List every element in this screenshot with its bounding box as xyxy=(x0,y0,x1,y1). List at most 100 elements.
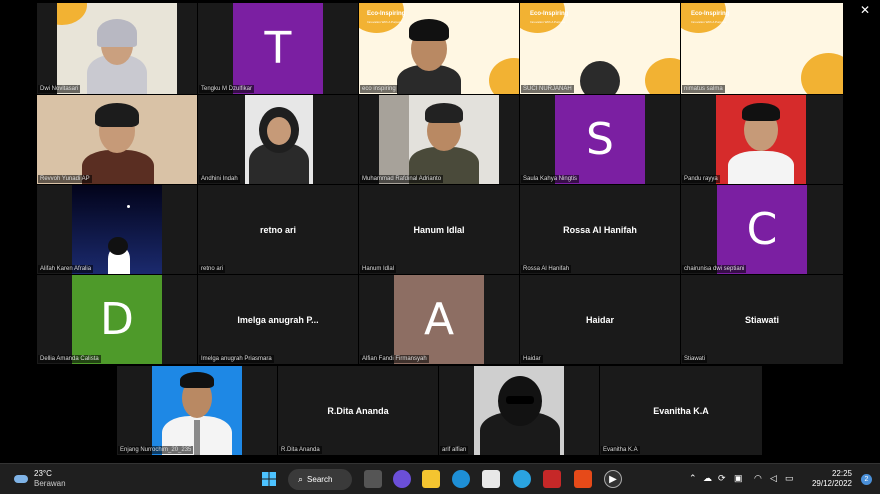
avatar-initial: D xyxy=(100,294,134,345)
banner-subtitle: Innovation With A Purpose xyxy=(530,20,566,24)
participant-tile[interactable]: D Dellia Amanda Calista xyxy=(37,275,197,364)
app-tray-icon[interactable]: ▣ xyxy=(734,473,743,484)
avatar: D xyxy=(72,275,162,364)
participant-display-name: Stiawati xyxy=(744,314,779,325)
participant-tile[interactable]: Pandu rayya xyxy=(681,95,843,184)
participant-video xyxy=(67,95,167,184)
avatar: C xyxy=(717,185,807,274)
participant-tile[interactable]: Stiawati Stiawati xyxy=(681,275,843,364)
participant-tile[interactable]: Alifah Karen Afralia xyxy=(37,185,197,274)
participant-tile[interactable]: Muhammad Rafdinal Adrianto xyxy=(359,95,519,184)
participant-name: Revvoh Yunadi AP xyxy=(38,175,92,183)
avatar: S xyxy=(555,95,645,184)
taskbar-search-button[interactable]: ⌕ Search xyxy=(288,469,352,490)
participant-name: Imelga anugrah Priasmara xyxy=(199,355,274,363)
participant-video xyxy=(474,366,564,455)
participant-tile[interactable]: Imelga anugrah P... Imelga anugrah Prias… xyxy=(198,275,358,364)
participant-tile[interactable]: Eco-Inspiring Innovation With A Purpose … xyxy=(520,3,680,94)
wifi-icon[interactable]: ◠ xyxy=(754,473,762,484)
windows-start-icon[interactable] xyxy=(260,470,278,488)
weather-temperature: 23°C xyxy=(34,469,52,478)
participant-name: retno ari xyxy=(199,265,226,273)
participant-name: Evanitha K.A xyxy=(601,446,640,454)
clock-time: 22:25 xyxy=(831,469,852,478)
weather-condition: Berawan xyxy=(34,479,66,488)
banner-subtitle: Innovation With A Purpose xyxy=(691,20,727,24)
banner-title: Eco-Inspiring xyxy=(691,11,730,17)
avatar-initial: A xyxy=(423,294,455,345)
task-view-icon[interactable] xyxy=(364,470,382,488)
participant-name: Dwi Novitasari xyxy=(38,85,81,93)
participant-tile[interactable]: A Alfian Fandi Firmansyah xyxy=(359,275,519,364)
participant-name: Pandu rayya xyxy=(682,175,720,183)
participant-tile[interactable]: T Tengku M Dzulfikar xyxy=(198,3,358,94)
participant-display-name: Imelga anugrah P... xyxy=(237,314,319,325)
store-icon[interactable] xyxy=(482,470,500,488)
participant-tile[interactable]: retno ari retno ari xyxy=(198,185,358,274)
chat-icon[interactable] xyxy=(393,470,411,488)
participant-name: chairunisa dwi septiani xyxy=(682,265,747,273)
chrome-browser-icon[interactable] xyxy=(513,470,531,488)
office-icon[interactable] xyxy=(574,470,592,488)
participant-name: Enjang Nurrochim_20_235 xyxy=(118,446,194,454)
participant-display-name: Hanum Idlal xyxy=(413,224,465,235)
media-player-icon[interactable]: ▶ xyxy=(604,470,622,488)
volume-icon[interactable]: ◁ xyxy=(770,473,777,484)
participant-name: Haidar xyxy=(521,355,543,363)
taskbar-clock[interactable]: 22:25 29/12/2022 xyxy=(812,469,852,489)
participant-tile[interactable]: Evanitha K.A Evanitha K.A xyxy=(600,366,762,455)
participant-tile[interactable]: arif alfian xyxy=(439,366,599,455)
participant-name: Andhini Indah xyxy=(199,175,240,183)
file-explorer-icon[interactable] xyxy=(422,470,440,488)
avatar: A xyxy=(394,275,484,364)
participant-video xyxy=(72,185,162,274)
participant-tile[interactable]: Rossa Al Hanifah Rossa Al Hanifah xyxy=(520,185,680,274)
sync-icon[interactable]: ⟳ xyxy=(718,473,726,484)
participant-video xyxy=(57,3,177,94)
cloud-tray-icon[interactable]: ☁ xyxy=(703,473,712,484)
participant-tile[interactable]: S Saula Kahya Ningtis xyxy=(520,95,680,184)
participant-video xyxy=(152,366,242,455)
avatar-initial: S xyxy=(586,114,614,165)
participant-display-name: retno ari xyxy=(259,224,296,235)
mcafee-icon[interactable] xyxy=(543,470,561,488)
chevron-up-icon[interactable]: ⌃ xyxy=(689,473,697,484)
participant-tile[interactable]: Andhini Indah xyxy=(198,95,358,184)
participant-video xyxy=(389,13,469,94)
participant-tile[interactable]: Enjang Nurrochim_20_235 xyxy=(117,366,277,455)
participant-name: Saula Kahya Ningtis xyxy=(521,175,580,183)
notification-badge[interactable]: 2 xyxy=(861,474,872,485)
participant-name: eco inspiring xyxy=(360,85,398,93)
avatar: T xyxy=(233,3,323,94)
search-label: Search xyxy=(307,475,333,484)
banner-title: Eco-Inspiring xyxy=(530,11,569,17)
participant-tile[interactable]: C chairunisa dwi septiani xyxy=(681,185,843,274)
participant-video xyxy=(379,95,499,184)
avatar-initial: T xyxy=(264,23,292,74)
participant-tile[interactable]: Revvoh Yunadi AP xyxy=(37,95,197,184)
participant-tile[interactable]: Eco-Inspiring Innovation With A Purpose … xyxy=(359,3,519,94)
participant-name: Dellia Amanda Calista xyxy=(38,355,101,363)
participant-display-name: R.Dita Ananda xyxy=(327,405,389,416)
edge-browser-icon[interactable] xyxy=(452,470,470,488)
participant-name: nimatus salma xyxy=(682,85,725,93)
participant-name: SUCI NURJANAH xyxy=(521,85,574,93)
participant-name: Muhammad Rafdinal Adrianto xyxy=(360,175,444,183)
participant-tile[interactable]: Dwi Novitasari xyxy=(37,3,197,94)
participant-tile[interactable]: Haidar Haidar xyxy=(520,275,680,364)
participant-tile[interactable]: Eco-Inspiring Innovation With A Purpose … xyxy=(681,3,843,94)
participant-tile[interactable]: R.Dita Ananda R.Dita Ananda xyxy=(278,366,438,455)
participant-video xyxy=(570,53,630,94)
battery-icon[interactable]: ▭ xyxy=(785,473,794,484)
close-icon[interactable]: ✕ xyxy=(860,4,870,16)
participant-display-name: Rossa Al Hanifah xyxy=(563,224,637,235)
participant-name: Stiawati xyxy=(682,355,708,363)
cloud-icon xyxy=(14,475,28,483)
clock-date: 29/12/2022 xyxy=(811,479,852,488)
participant-name: Alifah Karen Afralia xyxy=(38,265,94,273)
participant-name: R.Dita Ananda xyxy=(279,446,322,454)
participant-video xyxy=(245,95,313,184)
participant-name: Tengku M Dzulfikar xyxy=(199,85,255,93)
avatar-initial: C xyxy=(746,204,778,255)
participant-tile[interactable]: Hanum Idlal Hanum Idlal xyxy=(359,185,519,274)
